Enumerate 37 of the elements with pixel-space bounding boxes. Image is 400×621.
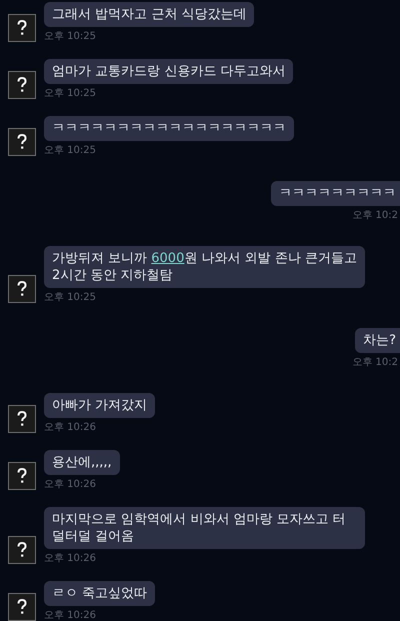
question-mark-icon: [17, 411, 27, 427]
avatar[interactable]: [8, 536, 36, 564]
question-mark-icon: [17, 542, 27, 558]
message-bubble: 용산에,,,,,: [44, 450, 120, 475]
avatar[interactable]: [8, 128, 36, 156]
avatar[interactable]: [8, 462, 36, 490]
message-time: 오후 10:25: [44, 144, 96, 158]
avatar[interactable]: [8, 71, 36, 99]
message-time: 오후 10:26: [44, 552, 96, 566]
message-bubble: ㅋㅋㅋㅋㅋㅋㅋㅋㅋㅋㅋㅋㅋㅋㅋㅋㅋㅋ: [44, 116, 294, 141]
avatar[interactable]: [8, 593, 36, 621]
message-time: 오후 10:26: [44, 609, 96, 621]
message-time: 오후 10:26: [44, 478, 96, 492]
message-bubble: 아빠가 가져갔지: [44, 393, 156, 418]
message-bubble: 그래서 밥먹자고 근처 식당갔는데: [44, 2, 254, 27]
message-time: 오후 10:25: [44, 87, 96, 101]
link[interactable]: 6000: [151, 251, 184, 266]
avatar[interactable]: [8, 14, 36, 42]
avatar[interactable]: [8, 275, 36, 303]
message-time: 오후 10:25: [44, 291, 96, 305]
question-mark-icon: [17, 468, 27, 484]
message-time: 오후 10:26: [44, 421, 96, 435]
question-mark-icon: [17, 599, 27, 615]
message-bubble: 엄마가 교통카드랑 신용카드 다두고와서: [44, 59, 294, 84]
message-time: 오후 10:2: [352, 209, 399, 223]
question-mark-icon: [17, 281, 27, 297]
avatar[interactable]: [8, 405, 36, 433]
message-time: 오후 10:2: [352, 356, 399, 370]
message-bubble: 차는?: [355, 328, 400, 353]
question-mark-icon: [17, 77, 27, 93]
message-bubble: 가방뒤져 보니까 6000원 나와서 외발 존나 큰거들고 2시간 동안 지하철탐: [44, 246, 365, 288]
message-bubble: ㅋㅋㅋㅋㅋㅋㅋㅋㅋ: [271, 181, 400, 206]
message-time: 오후 10:25: [44, 30, 96, 44]
question-mark-icon: [17, 134, 27, 150]
message-bubble: ㄹㅇ 죽고싶었따: [44, 581, 156, 606]
message-bubble: 마지막으로 임학역에서 비와서 엄마랑 모자쓰고 터덜터덜 걸어옴: [44, 507, 365, 549]
question-mark-icon: [17, 20, 27, 36]
